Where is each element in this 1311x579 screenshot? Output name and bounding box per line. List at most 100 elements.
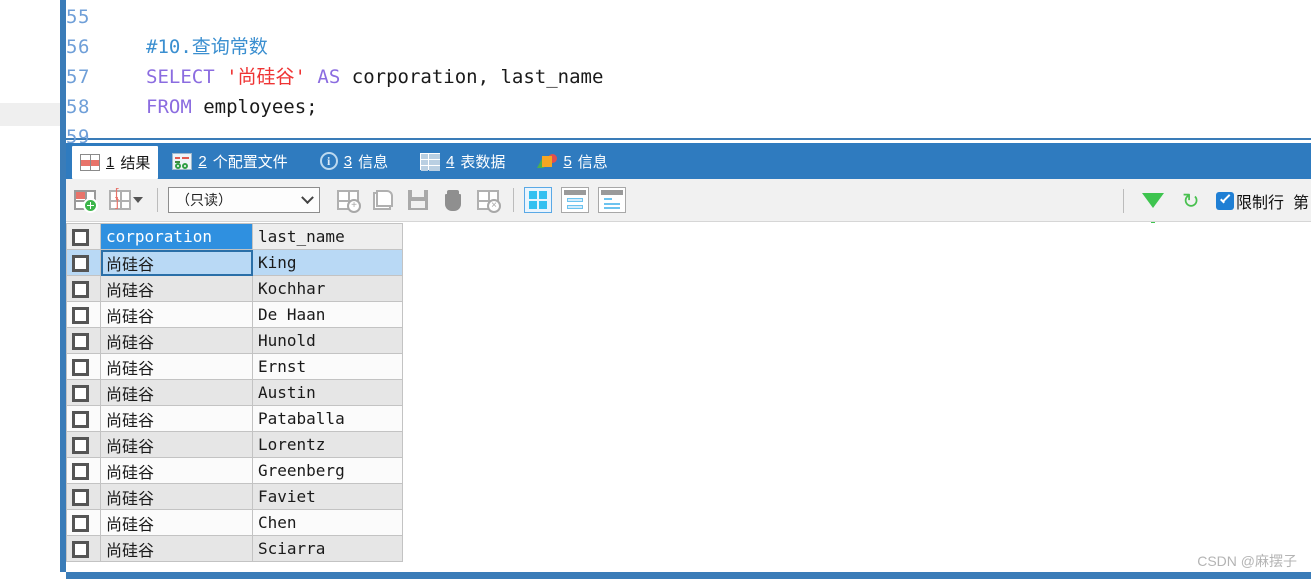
cell-last_name[interactable]: De Haan bbox=[252, 301, 403, 328]
code-text[interactable]: #10.查询常数 bbox=[146, 32, 268, 62]
row-select-cell[interactable] bbox=[66, 327, 101, 354]
row-select-cell[interactable] bbox=[66, 457, 101, 484]
code-token-kw: SELECT bbox=[146, 66, 227, 88]
cell-corporation[interactable]: 尚硅谷 bbox=[100, 483, 253, 510]
line-number: 56 bbox=[66, 36, 90, 58]
row-select-cell[interactable] bbox=[66, 353, 101, 380]
cell-last_name[interactable]: Kochhar bbox=[252, 275, 403, 302]
row-checkbox[interactable] bbox=[72, 437, 89, 454]
view-field-button[interactable] bbox=[598, 187, 626, 213]
edit-mode-select[interactable]: （只读） bbox=[168, 187, 320, 213]
cell-corporation[interactable]: 尚硅谷 bbox=[100, 249, 253, 276]
apply-changes-button[interactable]: + bbox=[333, 185, 363, 215]
refresh-button[interactable]: ↻ bbox=[1177, 186, 1207, 216]
code-text[interactable]: SELECT '尚硅谷' AS corporation, last_name bbox=[146, 62, 603, 92]
cell-corporation[interactable]: 尚硅谷 bbox=[100, 301, 253, 328]
tab-1[interactable]: 1 结果 bbox=[72, 146, 159, 179]
sql-client-window: 55 56 #10.查询常数 57 SELECT '尚硅谷' AS corporatio… bbox=[0, 0, 1311, 579]
tab-4[interactable]: 4 表数据 bbox=[412, 145, 513, 177]
row-checkbox[interactable] bbox=[72, 307, 89, 324]
plus-badge-icon: + bbox=[347, 199, 361, 213]
cell-corporation[interactable]: 尚硅谷 bbox=[100, 353, 253, 380]
select-all-header-cell[interactable] bbox=[66, 223, 101, 250]
table-row[interactable]: 尚硅谷 Lorentz bbox=[66, 431, 403, 458]
insert-row-button[interactable] bbox=[70, 185, 100, 215]
table-row[interactable]: 尚硅谷 Austin bbox=[66, 379, 403, 406]
result-grid-area[interactable]: corporation last_name 尚硅谷 King 尚硅谷 Kochhar 尚硅… bbox=[66, 223, 1311, 572]
cell-corporation[interactable]: 尚硅谷 bbox=[100, 275, 253, 302]
row-checkbox[interactable] bbox=[72, 411, 89, 428]
tab-3[interactable]: i 3 信息 bbox=[312, 145, 396, 177]
refresh-icon: ↻ bbox=[1181, 188, 1200, 213]
view-grid-button[interactable] bbox=[524, 187, 552, 213]
sql-editor-surface[interactable]: 55 56 #10.查询常数 57 SELECT '尚硅谷' AS corporatio… bbox=[66, 0, 1311, 148]
cell-last_name[interactable]: Lorentz bbox=[252, 431, 403, 458]
row-select-cell[interactable] bbox=[66, 535, 101, 562]
cell-corporation[interactable]: 尚硅谷 bbox=[100, 327, 253, 354]
cell-last_name[interactable]: Ernst bbox=[252, 353, 403, 380]
row-checkbox[interactable] bbox=[72, 489, 89, 506]
table-row[interactable]: 尚硅谷 Greenberg bbox=[66, 457, 403, 484]
table-row[interactable]: 尚硅谷 Chen bbox=[66, 509, 403, 536]
cell-last_name[interactable]: Faviet bbox=[252, 483, 403, 510]
row-select-cell[interactable] bbox=[66, 431, 101, 458]
row-checkbox[interactable] bbox=[72, 281, 89, 298]
row-checkbox[interactable] bbox=[72, 359, 89, 376]
edit-cell-dropdown-button[interactable]: [ ] bbox=[105, 185, 147, 215]
row-select-cell[interactable] bbox=[66, 275, 101, 302]
table-row[interactable]: 尚硅谷 Pataballa bbox=[66, 405, 403, 432]
code-text[interactable]: FROM employees; bbox=[146, 92, 318, 122]
row-checkbox[interactable] bbox=[72, 385, 89, 402]
delete-row-button[interactable] bbox=[438, 185, 468, 215]
row-checkbox[interactable] bbox=[72, 463, 89, 480]
table-row[interactable]: 尚硅谷 King bbox=[66, 249, 403, 276]
table-row[interactable]: 尚硅谷 De Haan bbox=[66, 301, 403, 328]
bottom-left-spacer bbox=[0, 572, 66, 579]
cell-last_name[interactable]: Hunold bbox=[252, 327, 403, 354]
cell-last_name[interactable]: Austin bbox=[252, 379, 403, 406]
cell-corporation[interactable]: 尚硅谷 bbox=[100, 405, 253, 432]
row-select-cell[interactable] bbox=[66, 405, 101, 432]
cell-last_name[interactable]: Greenberg bbox=[252, 457, 403, 484]
row-select-cell[interactable] bbox=[66, 509, 101, 536]
row-checkbox[interactable] bbox=[72, 333, 89, 350]
row-select-cell[interactable] bbox=[66, 301, 101, 328]
row-checkbox[interactable] bbox=[72, 515, 89, 532]
filter-button[interactable] bbox=[1138, 186, 1168, 229]
cell-corporation[interactable]: 尚硅谷 bbox=[100, 535, 253, 562]
cell-corporation[interactable]: 尚硅谷 bbox=[100, 379, 253, 406]
row-checkbox[interactable] bbox=[72, 541, 89, 558]
row-select-cell[interactable] bbox=[66, 249, 101, 276]
tab-5[interactable]: 5 信息 bbox=[529, 145, 615, 177]
cell-corporation[interactable]: 尚硅谷 bbox=[100, 509, 253, 536]
cell-last_name[interactable]: Chen bbox=[252, 509, 403, 536]
result-grid[interactable]: corporation last_name 尚硅谷 King 尚硅谷 Kochhar 尚硅… bbox=[66, 223, 403, 562]
table-row[interactable]: 尚硅谷 Faviet bbox=[66, 483, 403, 510]
limit-rows-toggle[interactable]: 限制行 bbox=[1215, 189, 1284, 213]
cell-corporation[interactable]: 尚硅谷 bbox=[100, 431, 253, 458]
row-select-cell[interactable] bbox=[66, 483, 101, 510]
row-select-cell[interactable] bbox=[66, 379, 101, 406]
result-tab-bar[interactable]: 1 结果 2 个配置文件 i 3 信息 4 表数据 5 信息 bbox=[66, 143, 1311, 179]
table-row[interactable]: 尚硅谷 Sciarra bbox=[66, 535, 403, 562]
save-changes-button[interactable] bbox=[403, 185, 433, 215]
tab-2[interactable]: 2 个配置文件 bbox=[164, 145, 295, 177]
revert-button[interactable] bbox=[368, 185, 398, 215]
left-outer-gutter bbox=[0, 0, 60, 579]
cell-last_name[interactable]: King bbox=[252, 249, 403, 276]
row-checkbox[interactable] bbox=[72, 255, 89, 272]
column-header-corporation[interactable]: corporation bbox=[100, 223, 253, 250]
cell-last_name[interactable]: Pataballa bbox=[252, 405, 403, 432]
view-form-button[interactable] bbox=[561, 187, 589, 213]
result-toolbar[interactable]: [ ] （只读） + × ↻ 限制行 第 bbox=[66, 179, 1311, 229]
table-row[interactable]: 尚硅谷 Hunold bbox=[66, 327, 403, 354]
sql-editor[interactable]: 55 56 #10.查询常数 57 SELECT '尚硅谷' AS corporatio… bbox=[66, 0, 1311, 148]
limit-rows-checkbox[interactable] bbox=[1215, 191, 1234, 210]
cell-corporation[interactable]: 尚硅谷 bbox=[100, 457, 253, 484]
table-row[interactable]: 尚硅谷 Kochhar bbox=[66, 275, 403, 302]
cancel-changes-button[interactable]: × bbox=[473, 185, 503, 215]
table-row[interactable]: 尚硅谷 Ernst bbox=[66, 353, 403, 380]
column-header-last_name[interactable]: last_name bbox=[252, 223, 403, 250]
cell-last_name[interactable]: Sciarra bbox=[252, 535, 403, 562]
select-all-checkbox[interactable] bbox=[72, 229, 89, 246]
